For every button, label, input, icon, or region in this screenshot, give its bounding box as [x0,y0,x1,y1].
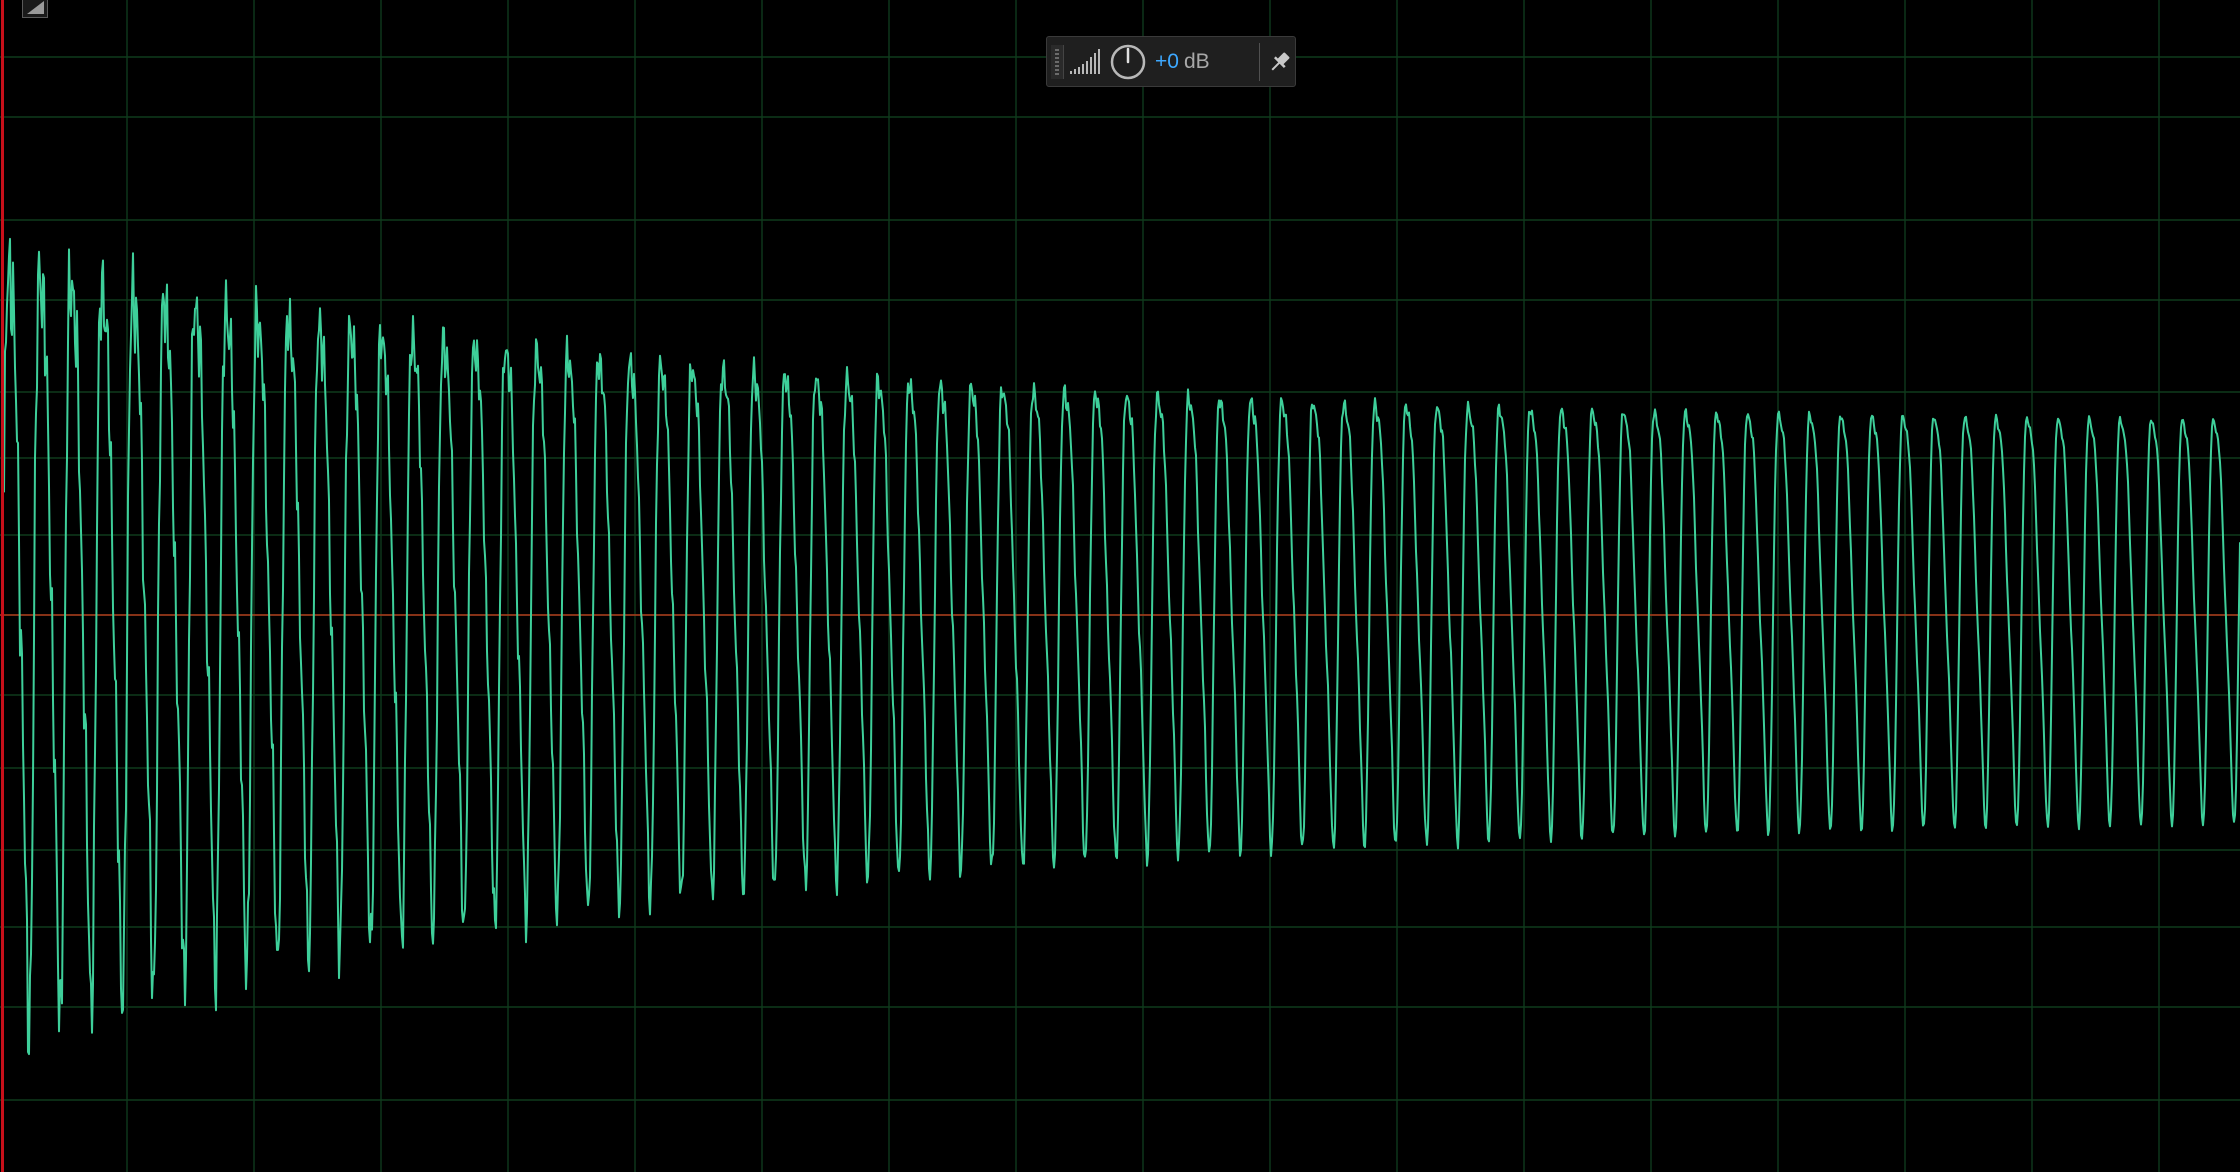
grid-horizontal-lines [0,56,2240,1101]
playhead-cursor[interactable] [1,0,4,1172]
grid-vertical-lines [126,0,2160,1172]
waveform-canvas[interactable] [0,0,2240,1172]
power-knob-icon[interactable] [1109,43,1147,81]
corner-triangle-icon [27,1,44,14]
gain-unit-label: dB [1184,50,1210,73]
corner-toggle-button[interactable] [22,0,48,18]
gain-hud-panel[interactable]: +0 dB [1046,36,1296,87]
gain-value[interactable]: +0 [1155,49,1179,75]
pin-icon[interactable] [1267,49,1293,75]
hud-separator [1259,43,1260,81]
waveform-view[interactable]: +0 dB [0,0,2240,1172]
volume-meter-icon [1070,49,1100,74]
grip-handle-icon[interactable] [1051,45,1064,79]
